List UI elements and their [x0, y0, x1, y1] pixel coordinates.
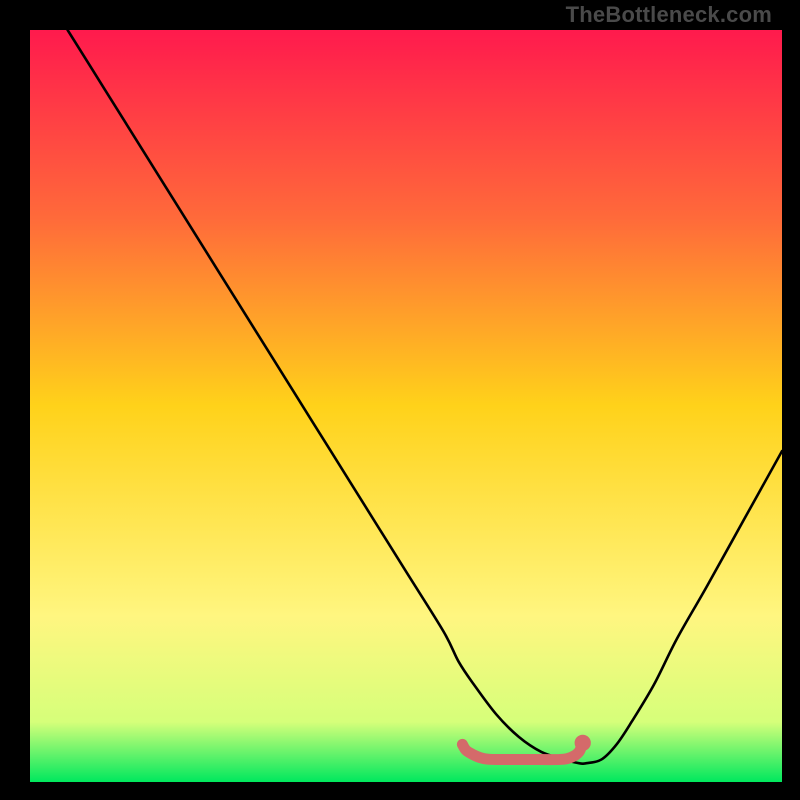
chart-frame: TheBottleneck.com [0, 0, 800, 800]
optimal-range-end-dot [575, 735, 591, 751]
bottleneck-chart [0, 0, 800, 800]
gradient-background [30, 30, 782, 782]
